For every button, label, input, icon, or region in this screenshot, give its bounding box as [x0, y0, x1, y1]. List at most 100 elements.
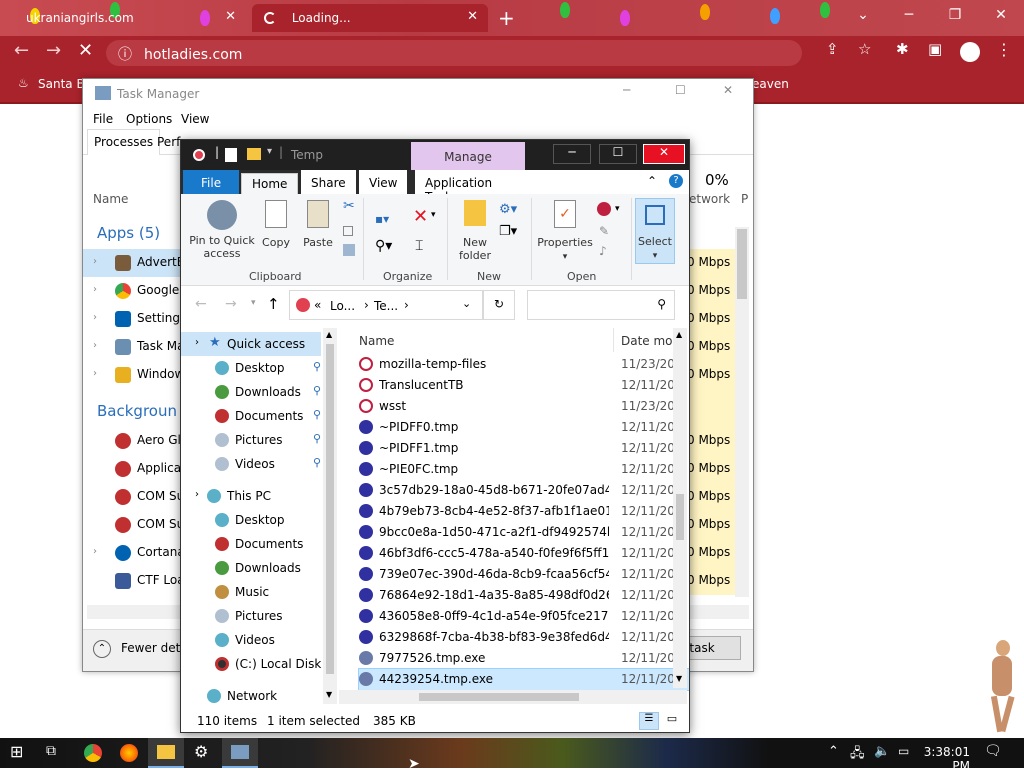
- file-row[interactable]: mozilla-temp-files 11/23/202: [359, 354, 689, 375]
- forward-icon[interactable]: →: [225, 296, 237, 312]
- properties-quick-icon[interactable]: [225, 148, 237, 162]
- nav-pc-videos[interactable]: Videos: [181, 628, 323, 652]
- column-name[interactable]: Name: [359, 334, 394, 348]
- ribbon-tab-file[interactable]: File: [183, 170, 240, 194]
- extensions-icon[interactable]: ✱: [896, 40, 909, 58]
- vertical-scrollbar[interactable]: [735, 227, 749, 597]
- refresh-icon[interactable]: ↻: [483, 290, 515, 320]
- recent-locations-icon[interactable]: ▾: [251, 298, 256, 308]
- help-icon[interactable]: ?: [669, 174, 683, 188]
- collapse-icon[interactable]: ⌃: [93, 640, 111, 658]
- menu-file[interactable]: File: [93, 112, 113, 126]
- nav-pictures[interactable]: Pictures ⚲: [181, 428, 323, 452]
- paste-shortcut-icon[interactable]: [343, 244, 355, 256]
- file-row[interactable]: 6329868f-7cba-4b38-bf83-9e38fed6d434....…: [359, 627, 689, 648]
- url-input[interactable]: ⓘ hotladies.com: [106, 40, 802, 66]
- copy-path-icon[interactable]: [343, 226, 353, 236]
- file-row[interactable]: 739e07ec-390d-46da-8cb9-fcaa56cf543b....…: [359, 564, 689, 585]
- process-row[interactable]: › Settings: [83, 305, 186, 333]
- file-row[interactable]: 3c57db29-18a0-45d8-b671-20fe07ad4e37...1…: [359, 480, 689, 501]
- file-row[interactable]: 9bcc0e8a-1d50-471c-a2f1-df9492574bef.t..…: [359, 522, 689, 543]
- customize-toolbar-icon[interactable]: ▾: [267, 146, 272, 157]
- edit-icon[interactable]: ✎: [599, 224, 609, 238]
- file-row[interactable]: wsst 11/23/202: [359, 396, 689, 417]
- settings-gear-icon[interactable]: ⚙: [194, 742, 212, 761]
- nav-pc-desktop[interactable]: Desktop: [181, 508, 323, 532]
- close-icon[interactable]: ✕: [225, 9, 236, 24]
- expand-icon[interactable]: ›: [93, 368, 97, 379]
- minimize-icon[interactable]: ─: [553, 144, 591, 164]
- menu-options[interactable]: Options: [126, 112, 172, 126]
- volume-icon[interactable]: 🔈: [874, 744, 890, 759]
- delete-dropdown-icon[interactable]: ▾: [431, 210, 436, 220]
- column-power[interactable]: P: [741, 192, 748, 206]
- close-icon[interactable]: ✕: [467, 9, 478, 24]
- ribbon-tab-share[interactable]: Share: [301, 170, 356, 194]
- minimize-icon[interactable]: ─: [886, 0, 932, 30]
- site-info-icon[interactable]: ⓘ: [118, 47, 132, 63]
- history-icon[interactable]: ♪: [599, 244, 607, 258]
- maximize-icon[interactable]: ☐: [599, 144, 637, 164]
- move-to-icon[interactable]: ▪▾: [375, 212, 389, 226]
- new-item-icon[interactable]: ⚙▾: [499, 202, 517, 217]
- breadcrumb-segment[interactable]: Te...: [374, 299, 398, 313]
- file-row[interactable]: 4b79eb73-8cb4-4e52-8f37-afb1f1ae0185.t..…: [359, 501, 689, 522]
- nav-local-disk[interactable]: (C:) Local Disk: [181, 652, 323, 676]
- process-row[interactable]: Applicat: [83, 455, 186, 483]
- delete-icon[interactable]: ✕: [413, 206, 428, 227]
- side-panel-icon[interactable]: ▣: [928, 40, 942, 58]
- file-list-vscrollbar[interactable]: ▲ ▼: [673, 328, 687, 688]
- forward-icon[interactable]: →: [46, 40, 61, 61]
- expand-icon[interactable]: ›: [93, 256, 97, 267]
- rename-icon[interactable]: ⌶: [415, 238, 423, 254]
- file-row[interactable]: 7977526.tmp.exe 12/11/202: [359, 648, 689, 669]
- minimize-icon[interactable]: ─: [623, 83, 630, 97]
- search-input[interactable]: ⚲: [527, 290, 675, 320]
- nav-pc-music[interactable]: Music: [181, 580, 323, 604]
- tab-processes[interactable]: Processes: [87, 129, 161, 155]
- nav-pc-downloads[interactable]: Downloads: [181, 556, 323, 580]
- stop-icon[interactable]: ✕: [78, 40, 93, 61]
- restore-icon[interactable]: ❐: [932, 0, 978, 30]
- bookmark-heaven[interactable]: eaven: [752, 77, 789, 91]
- file-row[interactable]: ~PIDFF1.tmp 12/11/202: [359, 438, 689, 459]
- explorer-taskbar-button[interactable]: [148, 738, 184, 768]
- nav-downloads[interactable]: Downloads ⚲: [181, 380, 323, 404]
- share-icon[interactable]: ⇪: [826, 40, 839, 58]
- chevron-down-icon[interactable]: ⌄: [462, 297, 471, 310]
- menu-view[interactable]: View: [181, 112, 209, 126]
- large-icons-view-icon[interactable]: ▭: [663, 712, 681, 730]
- expand-icon[interactable]: ›: [93, 312, 97, 323]
- new-folder-quick-icon[interactable]: [247, 148, 261, 160]
- back-icon[interactable]: ←: [14, 40, 29, 61]
- cut-icon[interactable]: ✂: [343, 198, 355, 214]
- file-list-hscrollbar[interactable]: [339, 690, 687, 704]
- breadcrumb-segment[interactable]: Lo...: [330, 299, 355, 313]
- nav-quick-access[interactable]: › ★ Quick access: [181, 332, 321, 356]
- file-row[interactable]: ~PIE0FC.tmp 12/11/202: [359, 459, 689, 480]
- properties-button[interactable]: ✓ Properties ▾: [535, 200, 595, 264]
- close-icon[interactable]: ✕: [643, 144, 685, 164]
- ribbon-tab-view[interactable]: View: [359, 170, 408, 194]
- file-row[interactable]: 44239254.tmp.exe 12/11/202: [358, 668, 689, 691]
- nav-pc-documents[interactable]: Documents: [181, 532, 323, 556]
- chrome-taskbar-icon[interactable]: [84, 744, 102, 762]
- new-tab-icon[interactable]: +: [498, 6, 515, 30]
- collapse-ribbon-icon[interactable]: ⌃: [647, 174, 657, 188]
- nav-network[interactable]: Network: [181, 684, 323, 706]
- menu-icon[interactable]: ⋮: [996, 40, 1012, 59]
- expand-icon[interactable]: ›: [93, 340, 97, 351]
- process-row[interactable]: Aero Gl: [83, 427, 181, 455]
- process-row[interactable]: › Cortana: [83, 539, 185, 567]
- file-row[interactable]: TranslucentTB 12/11/202: [359, 375, 689, 396]
- copy-button[interactable]: Copy: [259, 200, 293, 249]
- windows-start-icon[interactable]: ⊞: [10, 742, 28, 761]
- copy-to-icon[interactable]: ⚲▾: [375, 238, 392, 254]
- nav-videos[interactable]: Videos ⚲: [181, 452, 323, 476]
- file-row[interactable]: 436058e8-0ff9-4c1d-a54e-9f05fce217ce.t..…: [359, 606, 689, 627]
- open-icon[interactable]: [597, 202, 611, 216]
- column-date-modified[interactable]: Date moc: [621, 334, 679, 348]
- bookmark-star-icon[interactable]: ☆: [858, 40, 871, 58]
- process-row[interactable]: CTF Loa: [83, 567, 185, 595]
- show-hidden-icons-icon[interactable]: ⌃: [828, 744, 839, 759]
